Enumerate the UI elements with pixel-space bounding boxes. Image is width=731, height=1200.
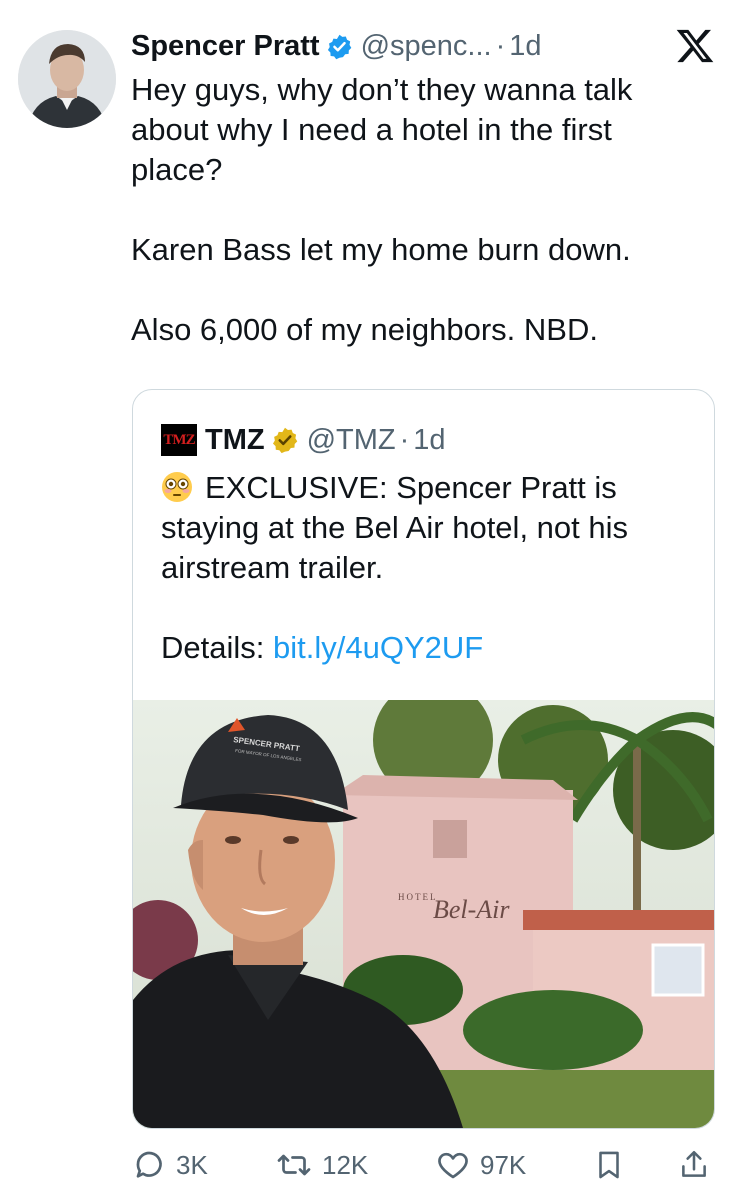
reply-icon [136, 1151, 162, 1178]
share-icon [682, 1150, 706, 1177]
details-label: Details: [161, 630, 265, 665]
reply-count: 3K [176, 1149, 208, 1180]
x-logo-icon [675, 26, 715, 66]
quoted-text-body: EXCLUSIVE: Spencer Pratt is staying at t… [161, 470, 628, 585]
repost-icon [277, 1154, 311, 1176]
verified-badge-icon [326, 33, 353, 60]
tweet-paragraph: Hey guys, why don’t they wanna talk abou… [131, 72, 633, 187]
gold-verified-badge-icon [271, 426, 299, 454]
author-name[interactable]: Spencer Pratt [131, 30, 320, 63]
quoted-tweet-card[interactable]: TMZ TMZ @TMZ · 1d EXCLUSIVE: Spencer Pra… [132, 389, 715, 1129]
tweet-text: Hey guys, why don’t they wanna talk abou… [131, 70, 701, 350]
author-avatar[interactable] [18, 30, 116, 128]
time-separator: · [495, 29, 506, 62]
author-handle[interactable]: @spenc... [361, 30, 492, 63]
bookmark-icon [599, 1151, 619, 1179]
repost-button[interactable]: 12K [274, 1142, 368, 1188]
tmz-avatar[interactable]: TMZ [161, 424, 197, 456]
repost-count: 12K [322, 1149, 369, 1180]
heart-icon [438, 1152, 468, 1179]
quoted-author-name[interactable]: TMZ [205, 424, 265, 457]
quoted-tweet-time[interactable]: 1d [413, 424, 445, 457]
bookmark-button[interactable] [592, 1142, 634, 1188]
details-link[interactable]: bit.ly/4uQY2UF [273, 630, 483, 665]
tweet-header: Spencer Pratt @spenc... · 1d [131, 26, 542, 66]
tweet-paragraph: Also 6,000 of my neighbors. NBD. [131, 312, 598, 347]
quoted-tweet-header: TMZ TMZ @TMZ · 1d [161, 420, 446, 460]
tweet-paragraph: Karen Bass let my home burn down. [131, 232, 631, 267]
tweet-actions: 3K 12K 97K [132, 1142, 717, 1188]
time-separator: · [399, 423, 410, 456]
quoted-author-handle[interactable]: @TMZ [307, 424, 396, 457]
like-count: 97K [480, 1149, 527, 1180]
quoted-tweet-text: EXCLUSIVE: Spencer Pratt is staying at t… [161, 468, 701, 668]
hotel-sign-script: Bel-Air [433, 895, 510, 924]
tweet-time[interactable]: 1d [509, 30, 541, 63]
share-button[interactable] [677, 1142, 719, 1188]
hotel-sign-small: HOTEL [398, 892, 438, 902]
quoted-tweet-image[interactable]: HOTEL Bel-Air SPENCER PRATT FOR MAYOR OF… [133, 700, 714, 1128]
flushed-face-emoji-icon [162, 472, 192, 502]
reply-button[interactable]: 3K [132, 1142, 208, 1188]
like-button[interactable]: 97K [434, 1142, 526, 1188]
